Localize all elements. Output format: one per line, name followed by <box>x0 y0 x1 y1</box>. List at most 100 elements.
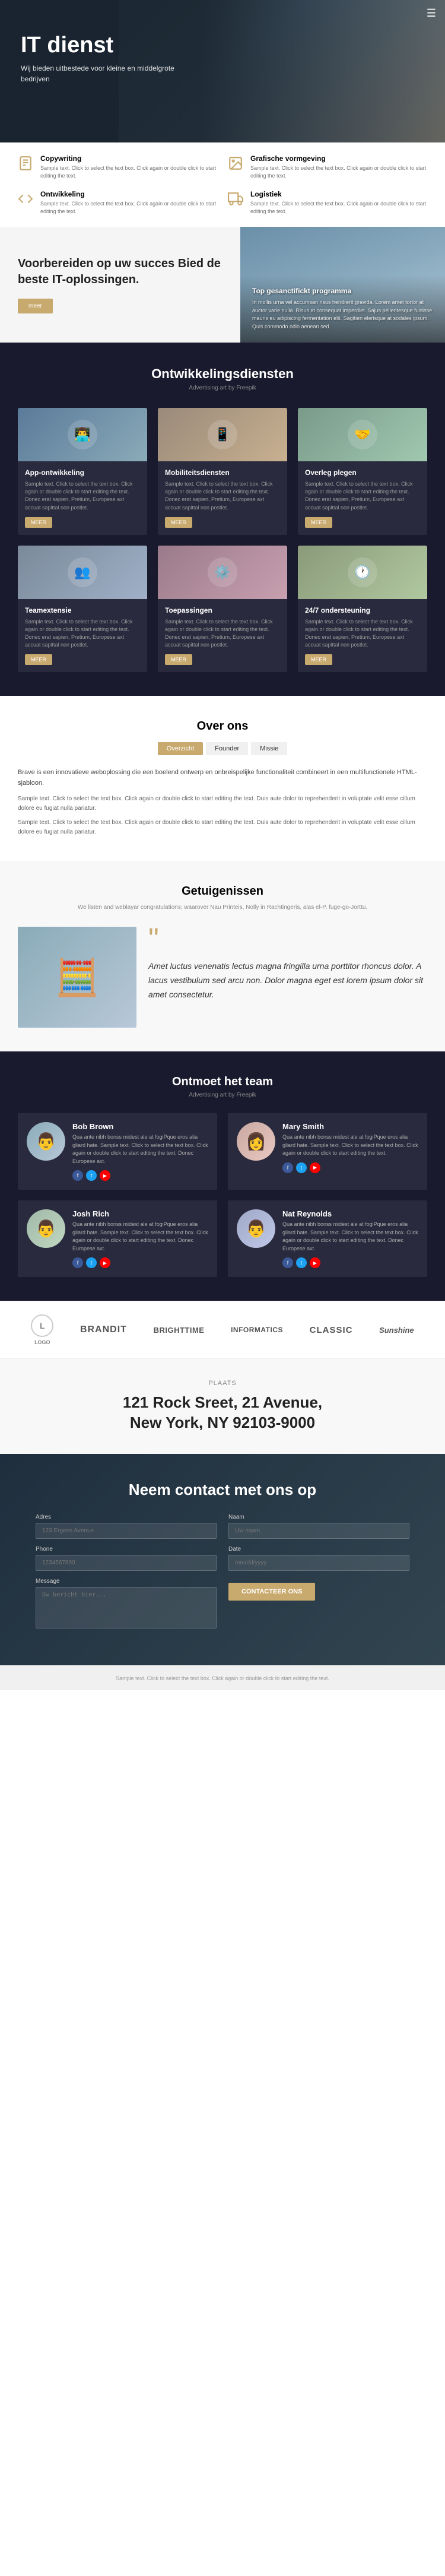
hero-subtitle: Wij bieden uitbestede voor kleine en mid… <box>21 63 187 84</box>
service-text-development: Sample text. Click to select the text bo… <box>40 200 217 215</box>
phone-label: Phone <box>36 1546 217 1552</box>
member-socials-1: f t ▶ <box>282 1162 418 1173</box>
team-card-2: 👨 Josh Rich Qua ante nibh bonss midest a… <box>18 1200 217 1277</box>
banner-title: Voorbereiden op uw succes Bied de beste … <box>18 256 223 288</box>
testimonials-subtitle: We listen and weblayar congratulations; … <box>74 903 371 912</box>
naam-label: Naam <box>228 1514 409 1520</box>
code-icon <box>18 191 34 208</box>
document-icon <box>18 156 34 172</box>
testimonials-section: Getuigenissen We listen and weblayar con… <box>0 861 445 1051</box>
logo-item-0: L LOGO <box>31 1314 53 1345</box>
truck-icon <box>228 191 244 208</box>
naam-input[interactable] <box>228 1523 409 1539</box>
dev-card-0: 👨‍💻 App-ontwikkeling Sample text. Click … <box>18 408 147 534</box>
dev-card-text-5: Sample text. Click to select the text bo… <box>305 618 420 649</box>
dev-card-title-2: Overleg plegen <box>305 468 420 477</box>
social-twitter-0[interactable]: t <box>86 1170 97 1181</box>
dev-card-img-4: ⚙️ <box>158 546 287 599</box>
tab-founder[interactable]: Founder <box>206 742 248 755</box>
social-facebook-2[interactable]: f <box>72 1257 83 1268</box>
dev-card-text-2: Sample text. Click to select the text bo… <box>305 480 420 511</box>
adres-input[interactable] <box>36 1523 217 1539</box>
address-label: Plaats <box>21 1380 424 1387</box>
testimonials-title: Getuigenissen <box>18 885 427 898</box>
social-youtube-0[interactable]: ▶ <box>100 1170 110 1181</box>
logos-section: L LOGO BRANDIT BRIGHTTIME INFORMATICS CL… <box>0 1301 445 1359</box>
member-name-0: Bob Brown <box>72 1122 208 1131</box>
contact-form: Adres Phone Message Naam Date <box>36 1514 409 1639</box>
social-facebook-1[interactable]: f <box>282 1162 293 1173</box>
dev-card-1: 📱 Mobiliteitsdiensten Sample text. Click… <box>158 408 287 534</box>
date-label: Date <box>228 1546 409 1552</box>
dev-card-title-5: 24/7 ondersteuning <box>305 606 420 614</box>
hero-title: IT dienst <box>21 33 424 58</box>
member-text-3: Qua ante nibh bonss midest ale at fogiPq… <box>282 1221 418 1253</box>
avatar-bob-brown: 👨 <box>27 1122 65 1161</box>
banner-more-button[interactable]: meer <box>18 299 53 313</box>
service-text-logistics: Sample text. Click to select the text bo… <box>250 200 427 215</box>
team-subtitle-link[interactable]: Freepik <box>236 1092 256 1098</box>
team-section: Ontmoet het team Advertising art by Free… <box>0 1051 445 1301</box>
testi-quote: Amet luctus venenatis lectus magna fring… <box>148 959 427 1002</box>
submit-button[interactable]: CONTACTEER ONS <box>228 1583 315 1601</box>
dev-card-title-3: Teamextensie <box>25 606 140 614</box>
dev-card-img-2: 🤝 <box>298 408 427 461</box>
social-facebook-0[interactable]: f <box>72 1170 83 1181</box>
service-text-copywriting: Sample text. Click to select the text bo… <box>40 164 217 179</box>
dev-card-img-5: 🕐 <box>298 546 427 599</box>
date-input[interactable] <box>228 1555 409 1571</box>
service-title-copywriting: Copywriting <box>40 154 217 163</box>
banner-right: Top gesanctifickt programma In mollis ur… <box>240 227 445 343</box>
social-twitter-3[interactable]: t <box>296 1257 307 1268</box>
dev-card-btn-2[interactable]: MEER <box>305 517 332 528</box>
team-subtitle: Advertising art by Freepik <box>18 1092 427 1098</box>
service-item-logistics: Logistiek Sample text. Click to select t… <box>228 190 427 215</box>
about-content: Brave is een innovatieve weboplossing di… <box>18 767 427 837</box>
dev-card-btn-0[interactable]: MEER <box>25 517 52 528</box>
dev-card-btn-4[interactable]: MEER <box>165 654 192 665</box>
about-section: Over ons Overzicht Founder Missie Brave … <box>0 696 445 861</box>
dev-card-title-4: Toepassingen <box>165 606 280 614</box>
dev-card-btn-5[interactable]: MEER <box>305 654 332 665</box>
dev-card-btn-1[interactable]: MEER <box>165 517 192 528</box>
subtitle-link[interactable]: Freepik <box>236 385 256 391</box>
social-twitter-2[interactable]: t <box>86 1257 97 1268</box>
banner-right-title: Top gesanctifickt programma <box>252 287 433 295</box>
about-title: Over ons <box>18 720 427 733</box>
message-label: Message <box>36 1578 217 1585</box>
service-title-logistics: Logistiek <box>250 190 427 198</box>
contact-form-left: Adres Phone Message <box>36 1514 217 1639</box>
logo-item-4: CLASSIC <box>310 1325 353 1335</box>
avatar-josh-rich: 👨 <box>27 1209 65 1248</box>
dev-services-title: Ontwikkelingsdiensten <box>18 366 427 382</box>
social-twitter-1[interactable]: t <box>296 1162 307 1173</box>
testi-content: " Amet luctus venenatis lectus magna fri… <box>148 927 427 1002</box>
dev-card-text-4: Sample text. Click to select the text bo… <box>165 618 280 649</box>
about-text-2: Sample text. Click to select the text bo… <box>18 794 427 813</box>
dev-card-btn-3[interactable]: MEER <box>25 654 52 665</box>
social-youtube-1[interactable]: ▶ <box>310 1162 320 1173</box>
tab-missie[interactable]: Missie <box>251 742 287 755</box>
phone-input[interactable] <box>36 1555 217 1571</box>
member-socials-2: f t ▶ <box>72 1257 208 1268</box>
service-item-copywriting: Copywriting Sample text. Click to select… <box>18 154 217 179</box>
dev-card-3: 👥 Teamextensie Sample text. Click to sel… <box>18 546 147 672</box>
quote-icon: " <box>148 927 427 950</box>
footer-note: Sample text. Click to select the text bo… <box>0 1665 445 1690</box>
dev-card-4: ⚙️ Toepassingen Sample text. Click to se… <box>158 546 287 672</box>
dev-services-subtitle: Advertising art by Freepik <box>18 385 427 391</box>
service-item-graphics: Grafische vormgeving Sample text. Click … <box>228 154 427 179</box>
hamburger-menu[interactable]: ☰ <box>427 7 436 20</box>
message-textarea[interactable] <box>36 1587 217 1628</box>
logo-item-1: BRANDIT <box>80 1325 127 1335</box>
team-card-0: 👨 Bob Brown Qua ante nibh bonss midest a… <box>18 1113 217 1190</box>
testi-photo: 🧮 <box>18 927 136 1028</box>
contact-section: Neem contact met ons op Adres Phone Mess… <box>0 1454 445 1665</box>
address-line1: 121 Rock Sreet, 21 Avenue, <box>21 1393 424 1413</box>
team-grid: 👨 Bob Brown Qua ante nibh bonss midest a… <box>18 1113 427 1277</box>
service-title-development: Ontwikkeling <box>40 190 217 198</box>
social-youtube-2[interactable]: ▶ <box>100 1257 110 1268</box>
tab-overzicht[interactable]: Overzicht <box>158 742 203 755</box>
social-facebook-3[interactable]: f <box>282 1257 293 1268</box>
social-youtube-3[interactable]: ▶ <box>310 1257 320 1268</box>
